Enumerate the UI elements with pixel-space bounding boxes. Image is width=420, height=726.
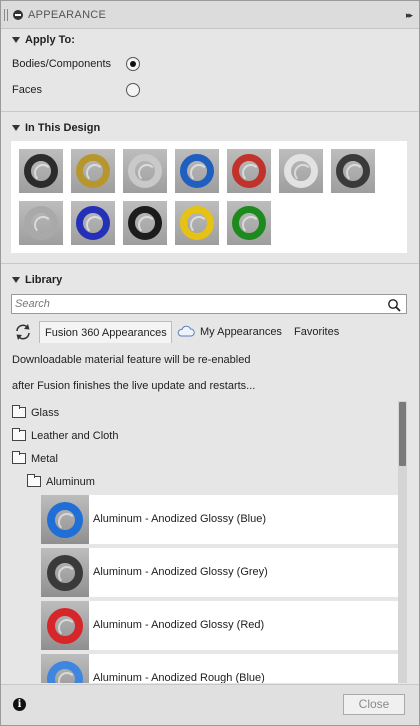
appearance-swatch-clear-glass[interactable] <box>279 149 323 193</box>
material-label: Aluminum - Anodized Glossy (Red) <box>93 619 265 631</box>
radio-button-checked[interactable] <box>126 57 140 71</box>
expand-panel-icon[interactable]: ▸▸ <box>406 10 413 21</box>
radio-faces[interactable]: Faces <box>12 80 412 100</box>
collapse-icon[interactable] <box>13 10 23 20</box>
appearance-swatch-black-chrome[interactable] <box>19 149 63 193</box>
refresh-icon[interactable] <box>14 323 32 341</box>
material-label: Aluminum - Anodized Glossy (Grey) <box>93 566 268 578</box>
section-library[interactable]: Library <box>1 271 419 291</box>
notice-line-2: after Fusion finishes the live update an… <box>12 380 256 392</box>
radio-label: Bodies/Components <box>12 58 112 70</box>
appearance-swatch-yellow[interactable] <box>175 201 219 245</box>
radio-bodies-components[interactable]: Bodies/Components <box>12 54 412 74</box>
divider <box>1 263 419 264</box>
section-label: Library <box>25 274 63 286</box>
collapse-triangle-icon <box>12 277 20 283</box>
appearance-swatch-black[interactable] <box>123 201 167 245</box>
ring-preview-icon <box>24 154 58 188</box>
material-thumbnail <box>41 495 89 544</box>
design-swatch-grid <box>11 141 407 253</box>
ring-preview-icon <box>232 206 266 240</box>
panel-titlebar: APPEARANCE ▸▸ <box>1 1 419 29</box>
ring-preview-icon <box>128 206 162 240</box>
drag-grip-icon[interactable] <box>4 9 9 21</box>
library-scrollbar[interactable] <box>398 401 407 683</box>
material-item[interactable]: Aluminum - Anodized Rough (Blue) <box>41 654 398 683</box>
folder-label: Aluminum <box>46 476 95 488</box>
ring-preview-icon <box>336 154 370 188</box>
panel-title: APPEARANCE <box>28 9 107 21</box>
appearance-swatch-red[interactable] <box>227 149 271 193</box>
ring-preview-icon <box>180 206 214 240</box>
ring-preview-icon <box>24 206 58 240</box>
appearance-swatch-gold[interactable] <box>71 149 115 193</box>
appearance-swatch-blue[interactable] <box>175 149 219 193</box>
radio-button[interactable] <box>126 83 140 97</box>
close-button[interactable]: Close <box>343 694 405 715</box>
section-label: Apply To: <box>25 34 75 46</box>
appearance-swatch-dark-grey[interactable] <box>331 149 375 193</box>
appearance-swatch-deep-blue[interactable] <box>71 201 115 245</box>
collapse-triangle-icon <box>12 125 20 131</box>
library-search-box[interactable] <box>11 294 407 314</box>
folder-label: Leather and Cloth <box>31 430 119 442</box>
folder-label: Glass <box>31 407 60 419</box>
folder-icon <box>12 451 26 464</box>
appearance-swatch-smoke-glass[interactable] <box>19 201 63 245</box>
info-icon[interactable]: i <box>13 698 26 711</box>
tab-my-appearances[interactable]: My Appearances <box>200 321 282 343</box>
appearance-swatch-silver[interactable] <box>123 149 167 193</box>
ring-preview-icon <box>76 154 110 188</box>
ring-preview-icon <box>76 206 110 240</box>
appearance-panel: APPEARANCE ▸▸ Apply To: Bodies/Component… <box>0 0 420 726</box>
material-thumbnail <box>41 654 89 683</box>
library-tree: Glass Leather and Cloth Metal Aluminum A… <box>1 401 419 683</box>
tab-favorites[interactable]: Favorites <box>294 321 339 343</box>
material-thumbnail <box>41 548 89 597</box>
ring-preview-icon <box>47 502 83 538</box>
material-item[interactable]: Aluminum - Anodized Glossy (Grey) <box>41 548 398 597</box>
appearance-swatch-green[interactable] <box>227 201 271 245</box>
tab-fusion-360-appearances[interactable]: Fusion 360 Appearances <box>39 321 172 343</box>
section-label: In This Design <box>25 122 101 134</box>
cloud-icon <box>177 325 195 337</box>
notice-line-1: Downloadable material feature will be re… <box>12 354 251 366</box>
collapse-triangle-icon <box>12 37 20 43</box>
ring-preview-icon <box>47 608 83 644</box>
material-item[interactable]: Aluminum - Anodized Glossy (Red) <box>41 601 398 650</box>
ring-preview-icon <box>47 661 83 683</box>
material-label: Aluminum - Anodized Rough (Blue) <box>93 672 265 683</box>
ring-preview-icon <box>47 555 83 591</box>
folder-icon <box>12 428 26 441</box>
panel-footer: i Close <box>1 684 419 725</box>
ring-preview-icon <box>284 154 318 188</box>
material-label: Aluminum - Anodized Glossy (Blue) <box>93 513 267 525</box>
search-input[interactable] <box>15 297 375 311</box>
divider <box>1 111 419 112</box>
radio-label: Faces <box>12 84 42 96</box>
section-in-this-design[interactable]: In This Design <box>1 119 419 139</box>
search-icon[interactable] <box>387 298 401 312</box>
material-thumbnail <box>41 601 89 650</box>
ring-preview-icon <box>232 154 266 188</box>
material-item[interactable]: Aluminum - Anodized Glossy (Blue) <box>41 495 398 544</box>
folder-label: Metal <box>31 453 58 465</box>
folder-icon <box>12 405 26 418</box>
ring-preview-icon <box>180 154 214 188</box>
section-apply-to[interactable]: Apply To: <box>1 31 419 51</box>
scrollbar-thumb[interactable] <box>399 402 406 466</box>
folder-icon <box>27 474 41 487</box>
ring-preview-icon <box>128 154 162 188</box>
